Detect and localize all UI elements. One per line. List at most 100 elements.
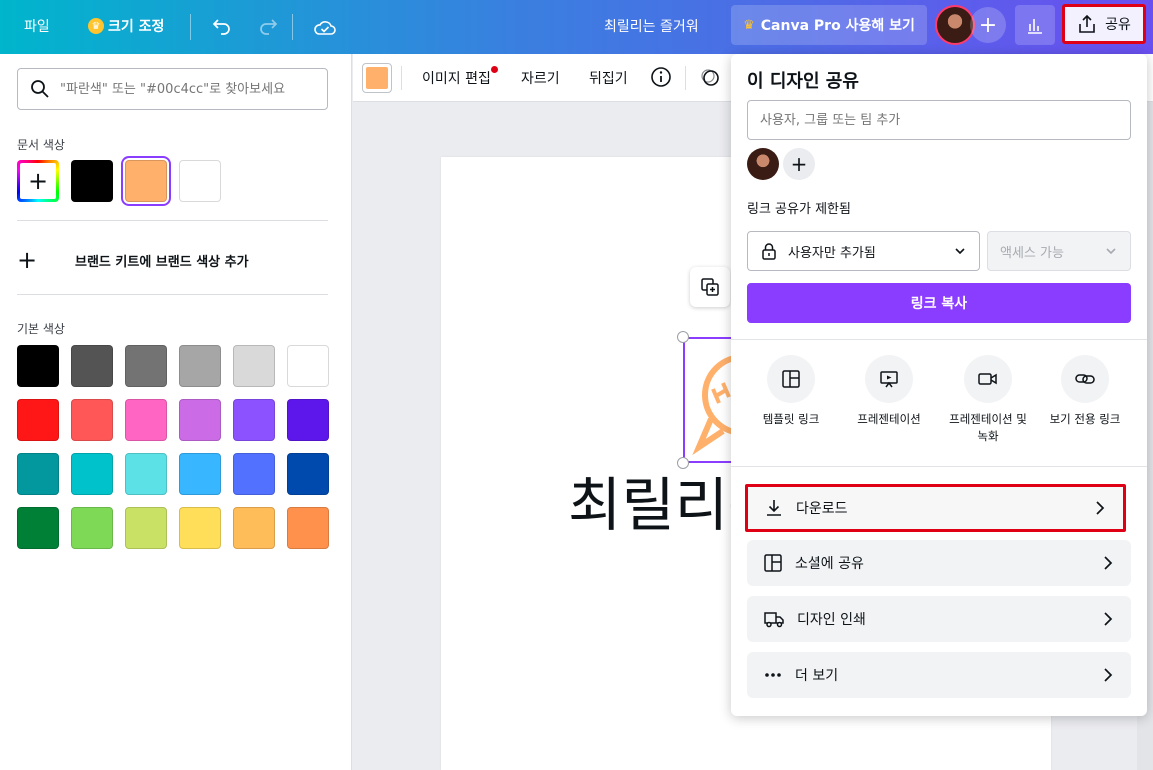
template-icon [767, 355, 815, 403]
brand-kit-label: 브랜드 키트에 브랜드 색상 추가 [75, 254, 249, 270]
template-link-option[interactable]: 템플릿 링크 [741, 355, 841, 428]
divider [731, 466, 1147, 467]
download-label: 다운로드 [796, 501, 848, 517]
default-color-swatch[interactable] [287, 345, 329, 387]
share-to-social-label: 소셜에 공유 [795, 556, 864, 572]
duplicate-page-button[interactable] [690, 267, 730, 307]
social-icon [764, 554, 782, 572]
duplicate-icon [701, 278, 719, 296]
canvas-text[interactable]: 최릴리는 [568, 458, 733, 542]
color-search[interactable] [17, 68, 328, 110]
chevron-right-icon [1104, 612, 1113, 626]
chevron-right-icon [1096, 501, 1105, 515]
add-person-button[interactable]: + [783, 148, 815, 180]
default-color-swatch[interactable] [71, 507, 113, 549]
chevron-down-icon [955, 248, 965, 255]
view-only-link-option[interactable]: 보기 전용 링크 [1035, 355, 1135, 428]
default-color-swatch[interactable] [233, 399, 275, 441]
design-title[interactable]: 최릴리는 즐거워 [604, 16, 699, 36]
crown-icon: ♛ [88, 18, 104, 34]
default-color-swatch[interactable] [233, 453, 275, 495]
add-people-field[interactable] [747, 100, 1131, 140]
default-color-swatch[interactable] [179, 453, 221, 495]
default-color-swatch[interactable] [125, 345, 167, 387]
divider [731, 339, 1147, 340]
bar-chart-icon [1028, 19, 1042, 34]
default-color-swatch[interactable] [125, 453, 167, 495]
redo-icon[interactable] [254, 13, 282, 41]
current-color [366, 67, 388, 89]
link-access-select[interactable]: 사용자만 추가됨 [747, 231, 980, 271]
edit-image-button[interactable]: 이미지 편집 [422, 66, 498, 88]
resize-handle[interactable] [677, 331, 689, 343]
lock-icon [762, 243, 776, 260]
undo-icon[interactable] [208, 13, 236, 41]
upload-icon [1079, 14, 1095, 33]
default-color-swatch[interactable] [17, 453, 59, 495]
default-color-swatch[interactable] [17, 345, 59, 387]
color-picker-button[interactable] [362, 63, 392, 93]
share-to-social-row[interactable]: 소셜에 공유 [747, 540, 1131, 586]
add-color-button[interactable]: + [17, 160, 59, 202]
avatar[interactable] [747, 148, 779, 180]
chevron-right-icon [1104, 668, 1113, 682]
document-color-swatch[interactable] [121, 156, 171, 206]
truck-icon [764, 612, 784, 628]
search-icon [31, 80, 49, 98]
print-design-label: 디자인 인쇄 [797, 612, 866, 628]
info-icon[interactable] [650, 66, 672, 92]
avatar[interactable] [935, 5, 975, 45]
link-icon [1061, 355, 1109, 403]
divider [17, 294, 328, 295]
default-color-swatch[interactable] [17, 399, 59, 441]
try-pro-button[interactable]: ♛ Canva Pro 사용해 보기 [731, 5, 927, 45]
file-menu-label: 파일 [24, 19, 50, 35]
more-label: 더 보기 [795, 668, 839, 684]
default-colors-label: 기본 색상 [17, 322, 65, 336]
default-color-swatch[interactable] [17, 507, 59, 549]
share-panel-title: 이 디자인 공유 [747, 71, 859, 92]
default-color-swatch[interactable] [233, 507, 275, 549]
default-color-swatch[interactable] [71, 345, 113, 387]
divider [401, 66, 402, 90]
copy-link-button[interactable]: 링크 복사 [747, 283, 1131, 323]
present-and-record-label: 프레젠테이션 및 녹화 [949, 412, 1027, 444]
resize-label: 크기 조정 [108, 19, 165, 35]
default-color-swatch[interactable] [179, 345, 221, 387]
present-and-record-option[interactable]: 프레젠테이션 및 녹화 [938, 355, 1038, 446]
flip-button[interactable]: 뒤집기 [589, 68, 628, 88]
document-color-swatch[interactable] [179, 160, 221, 202]
resize-button[interactable]: ♛ 크기 조정 [88, 16, 164, 36]
divider [17, 220, 328, 221]
share-label: 공유 [1105, 17, 1131, 33]
default-color-swatch[interactable] [287, 453, 329, 495]
add-brand-color-button[interactable]: + 브랜드 키트에 브랜드 색상 추가 [17, 246, 249, 274]
more-row[interactable]: 더 보기 [747, 652, 1131, 698]
print-design-row[interactable]: 디자인 인쇄 [747, 596, 1131, 642]
view-only-link-label: 보기 전용 링크 [1049, 412, 1121, 426]
add-collaborator-button[interactable]: + [970, 7, 1006, 43]
color-search-input[interactable] [60, 81, 310, 97]
default-color-swatch[interactable] [125, 507, 167, 549]
document-colors-label: 문서 색상 [17, 138, 65, 152]
insights-button[interactable] [1015, 5, 1055, 45]
add-people-input[interactable] [760, 101, 1130, 139]
file-menu[interactable]: 파일 [24, 16, 50, 36]
default-color-swatch[interactable] [179, 399, 221, 441]
document-color-swatch[interactable] [71, 160, 113, 202]
default-color-swatch[interactable] [125, 399, 167, 441]
default-color-swatch[interactable] [287, 507, 329, 549]
download-row[interactable]: 다운로드 [745, 484, 1126, 532]
default-color-swatch[interactable] [71, 399, 113, 441]
default-color-swatch[interactable] [179, 507, 221, 549]
presentation-label: 프레젠테이션 [857, 412, 921, 426]
color-panel: 문서 색상 + + 브랜드 키트에 브랜드 색상 추가 기본 색상 [0, 54, 352, 770]
default-color-swatch[interactable] [71, 453, 113, 495]
default-color-swatch[interactable] [233, 345, 275, 387]
transparency-icon[interactable] [699, 66, 721, 92]
share-button[interactable]: 공유 [1062, 4, 1146, 44]
presentation-option[interactable]: 프레젠테이션 [839, 355, 939, 428]
default-color-swatch[interactable] [287, 399, 329, 441]
cloud-saved-icon[interactable] [311, 13, 339, 41]
crop-button[interactable]: 자르기 [521, 68, 560, 88]
